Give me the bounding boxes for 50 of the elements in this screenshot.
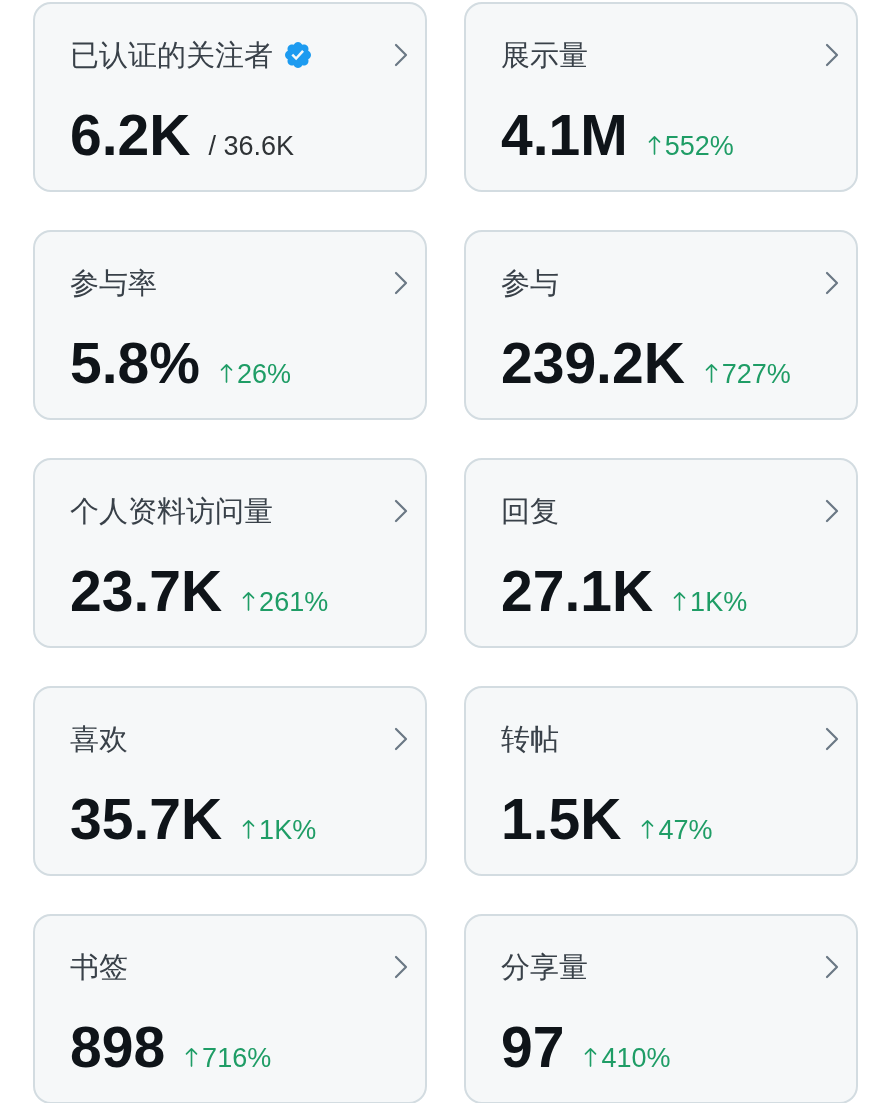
stat-title: 已认证的关注者 [70, 38, 273, 72]
change-text: 1K% [259, 815, 317, 845]
stat-card[interactable]: 个人资料访问量 23.7K 261% [33, 458, 427, 648]
chevron-right-icon [825, 499, 839, 523]
change-text: 727% [721, 359, 791, 389]
stat-value: 239.2K [501, 334, 685, 392]
stat-value: 27.1K [501, 562, 654, 620]
chevron-right-icon [394, 727, 408, 751]
chevron-right-icon [394, 43, 408, 67]
chevron-right-icon [394, 271, 408, 295]
stat-value: 6.2K [70, 106, 191, 164]
chevron-right-icon [394, 955, 408, 979]
stat-value: 898 [70, 1018, 166, 1076]
stat-total: / 36.6K [208, 131, 294, 161]
stat-card[interactable]: 转帖 1.5K 47% [464, 686, 858, 876]
stat-card[interactable]: 展示量 4.1M 552% [464, 2, 858, 192]
stat-title: 回复 [501, 494, 559, 528]
stat-value: 4.1M [501, 106, 628, 164]
chevron-right-icon [825, 955, 839, 979]
change-text: 410% [601, 1043, 671, 1073]
stat-title: 展示量 [501, 38, 588, 72]
change-text: 552% [664, 131, 734, 161]
stat-card[interactable]: 分享量 97 410% [464, 914, 858, 1103]
change-text: 26% [236, 359, 291, 389]
change-text: 47% [658, 815, 713, 845]
change-text: 716% [202, 1043, 272, 1073]
stat-value: 35.7K [70, 790, 223, 848]
stat-card[interactable]: 回复 27.1K 1K% [464, 458, 858, 648]
stat-title: 喜欢 [70, 722, 128, 756]
stat-value: 5.8% [70, 334, 200, 392]
stat-title: 参与率 [70, 266, 157, 300]
stat-card[interactable]: 参与率 5.8% 26% [33, 230, 427, 420]
stat-card[interactable]: 书签 898 716% [33, 914, 427, 1103]
stat-value: 97 [501, 1018, 565, 1076]
stat-card[interactable]: 参与 239.2K 727% [464, 230, 858, 420]
chevron-right-icon [825, 271, 839, 295]
stat-value: 23.7K [70, 562, 223, 620]
chevron-right-icon [394, 499, 408, 523]
stat-value: 1.5K [501, 790, 622, 848]
chevron-right-icon [825, 43, 839, 67]
stat-card[interactable]: 喜欢 35.7K 1K% [33, 686, 427, 876]
change-text: 1K% [690, 587, 748, 617]
change-text: 261% [259, 587, 329, 617]
stat-title: 分享量 [501, 950, 588, 984]
stat-title: 书签 [70, 950, 128, 984]
stat-card[interactable]: 已认证的关注者 6.2K / 36.6K [33, 2, 427, 192]
stat-title: 转帖 [501, 722, 559, 756]
stat-title: 个人资料访问量 [70, 494, 273, 528]
chevron-right-icon [825, 727, 839, 751]
stat-title: 参与 [501, 266, 559, 300]
